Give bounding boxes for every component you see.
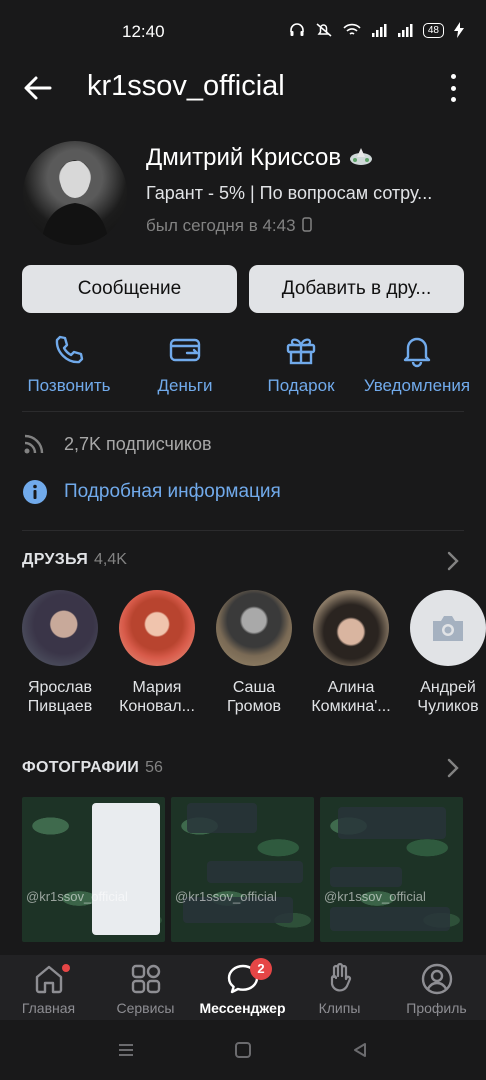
photo-watermark: @kr1ssov_official [324, 889, 426, 904]
chat-card [207, 861, 303, 883]
last-seen: был сегодня в 4:43 [146, 216, 313, 236]
services-grid-icon [131, 964, 160, 994]
back-arrow-icon[interactable] [22, 72, 54, 104]
call-action[interactable]: Позвонить [11, 332, 127, 396]
friend-name: Андрей Чуликов [417, 679, 479, 715]
money-action[interactable]: Деньги [127, 332, 243, 396]
friend-avatar [216, 590, 292, 666]
recent-apps-icon[interactable] [117, 1042, 135, 1058]
headphones-icon [290, 23, 304, 36]
unread-badge: 2 [250, 958, 272, 980]
nav-messenger[interactable]: Мессенджер 2 [194, 958, 291, 1016]
chat-card [330, 867, 402, 887]
nav-services[interactable]: Сервисы [97, 962, 194, 1016]
friend-avatar [313, 590, 389, 666]
profile-icon [421, 963, 452, 995]
battery-indicator: 48 [422, 22, 444, 38]
nav-messenger-label: Мессенджер [199, 1000, 286, 1016]
subscribers-row[interactable]: 2,7K подписчиков [22, 432, 212, 456]
money-label: Деньги [157, 376, 213, 395]
friend-name: Ярослав Пивцаев [27, 679, 93, 715]
friend-item[interactable]: Саша Громов [209, 590, 299, 716]
back-button-icon[interactable] [351, 1042, 369, 1058]
friend-avatar [119, 590, 195, 666]
friend-avatar [410, 590, 486, 666]
nav-profile-label: Профиль [406, 1000, 467, 1016]
home-icon [35, 965, 62, 994]
signal-icon [371, 24, 387, 37]
notifications-label: Уведомления [363, 376, 471, 395]
nav-clips[interactable]: Клипы [291, 962, 388, 1016]
friend-name: Алина Комкина'... [311, 679, 391, 715]
call-label: Позвонить [27, 376, 111, 395]
nav-profile[interactable]: Профиль [388, 962, 485, 1016]
gift-label: Подарок [267, 376, 335, 395]
divider [22, 530, 464, 531]
nav-clips-label: Клипы [318, 1000, 361, 1016]
friend-name: Саша Громов [227, 679, 281, 715]
status-time: 12:40 [122, 22, 165, 41]
gift-icon [286, 338, 316, 365]
rocket-emoji-icon [349, 148, 372, 165]
subscribers-count: 2,7K подписчиков [64, 433, 212, 454]
clips-icon [330, 962, 351, 992]
status-icons: 48 [289, 22, 464, 38]
more-menu-icon[interactable] [446, 74, 460, 102]
photos-title: ФОТОГРАФИИ [22, 759, 140, 776]
friend-avatar [22, 590, 98, 666]
signal-icon-2 [397, 24, 413, 37]
rss-icon [24, 434, 44, 454]
wifi-icon [343, 23, 361, 35]
photo-thumbnail[interactable]: @kr1ssov_official [320, 797, 463, 942]
chevron-right-icon[interactable] [446, 758, 460, 778]
friend-name: Мария Коновал... [119, 679, 195, 715]
chat-card [338, 807, 446, 839]
nav-home[interactable]: Главная [0, 962, 97, 1016]
home-button-icon[interactable] [234, 1042, 252, 1058]
mobile-device-icon [302, 217, 313, 232]
friend-item[interactable]: Андрей Чуликов [403, 590, 486, 716]
profile-avatar[interactable] [23, 141, 127, 245]
page-title: kr1ssov_official [87, 70, 285, 102]
profile-name: Дмитрий Криссов [146, 144, 374, 172]
bell-icon [403, 337, 431, 368]
nav-home-label: Главная [21, 1000, 76, 1016]
friends-count: 4,4K [94, 551, 127, 568]
screenshot-card [92, 803, 160, 935]
photo-thumbnail[interactable]: @kr1ssov_official [171, 797, 314, 942]
friends-title: ДРУЗЬЯ [22, 551, 89, 568]
friends-heading[interactable]: ДРУЗЬЯ 4,4K [22, 551, 127, 569]
camera-icon [433, 616, 463, 641]
add-friend-button[interactable]: Добавить в дру... [249, 265, 464, 313]
charging-icon [454, 22, 464, 38]
info-icon [23, 480, 47, 504]
chat-card [187, 803, 257, 833]
friend-item[interactable]: Ярослав Пивцаев [15, 590, 105, 716]
photos-count: 56 [145, 759, 163, 776]
money-transfer-icon [169, 338, 201, 362]
friend-item[interactable]: Алина Комкина'... [306, 590, 396, 716]
photo-watermark: @kr1ssov_official [26, 889, 128, 904]
photo-watermark: @kr1ssov_official [175, 889, 277, 904]
gift-action[interactable]: Подарок [243, 332, 359, 396]
profile-status: Гарант - 5% | По вопросам сотру... [146, 183, 433, 203]
friend-item[interactable]: Мария Коновал... [112, 590, 202, 716]
notifications-action[interactable]: Уведомления [359, 332, 475, 396]
details-link[interactable]: Подробная информация [22, 479, 281, 505]
chevron-right-icon[interactable] [446, 551, 460, 571]
photo-thumbnail[interactable]: @kr1ssov_official [22, 797, 165, 942]
chat-card [330, 907, 450, 931]
details-label: Подробная информация [64, 481, 281, 502]
divider [22, 411, 464, 412]
photos-heading[interactable]: ФОТОГРАФИИ 56 [22, 759, 163, 777]
phone-icon [55, 335, 84, 364]
notification-dot [62, 964, 70, 972]
mute-icon [316, 23, 332, 37]
status-bar: 12:40 48 [0, 0, 486, 64]
system-nav-bar [0, 1020, 486, 1080]
nav-services-label: Сервисы [116, 1000, 175, 1016]
message-button[interactable]: Сообщение [22, 265, 237, 313]
